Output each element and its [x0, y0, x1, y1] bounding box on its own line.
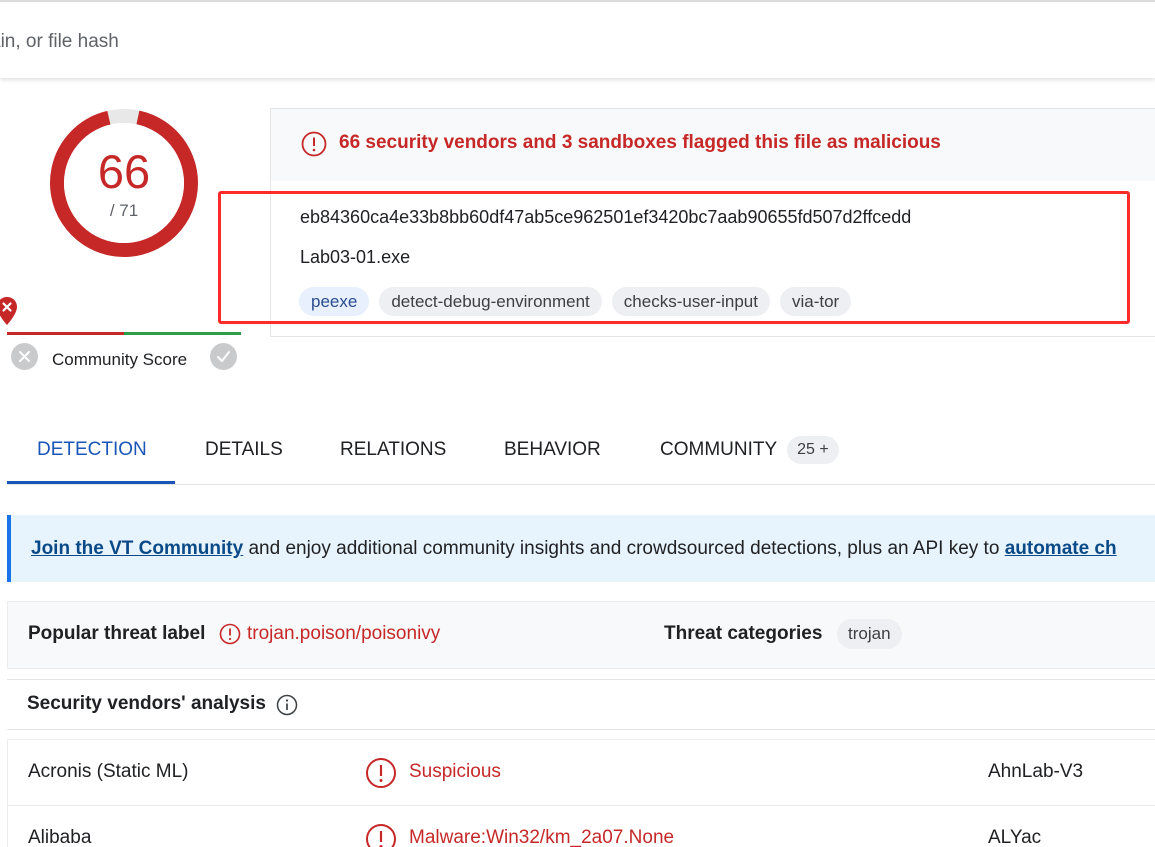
vendors-analysis-title: Security vendors' analysis: [27, 693, 266, 714]
tab-details[interactable]: DETAILS: [205, 422, 283, 482]
alert-circle-icon: [366, 824, 396, 847]
detection-total: / 71: [109, 201, 139, 220]
tab-detection[interactable]: DETECTION: [37, 422, 147, 482]
tab-behavior[interactable]: BEHAVIOR: [504, 422, 601, 482]
popular-threat-label-title: Popular threat label: [28, 623, 206, 644]
vendor-name: Acronis (Static ML): [28, 761, 189, 782]
join-community-link[interactable]: Join the VT Community: [31, 538, 243, 559]
malicious-alert-text: 66 security vendors and 3 sandboxes flag…: [339, 132, 941, 153]
tabs-divider: [7, 484, 1155, 485]
section-divider: [7, 679, 1155, 680]
community-bar-positive: [124, 332, 241, 335]
tab-relations[interactable]: RELATIONS: [340, 422, 446, 482]
community-score-label: Community Score: [52, 350, 188, 369]
search-input[interactable]: [0, 28, 890, 56]
alert-circle-icon: [219, 623, 241, 645]
tab-community[interactable]: COMMUNITY 25 +: [660, 422, 839, 482]
table-row: Alibaba Malware:Win32/km_2a07.None ALYac: [8, 806, 1155, 847]
malicious-pin-icon: [0, 297, 17, 325]
community-banner: Join the VT Community and enjoy addition…: [7, 515, 1155, 582]
highlight-box: [218, 191, 1130, 324]
vendor-result: Malware:Win32/km_2a07.None: [409, 827, 675, 847]
threat-categories-title: Threat categories: [664, 623, 823, 644]
tab-community-label: COMMUNITY: [660, 439, 778, 460]
community-count-badge: 25 +: [787, 435, 839, 464]
vote-malicious-icon[interactable]: [11, 343, 38, 370]
info-icon[interactable]: [276, 694, 298, 716]
vendor-result: Suspicious: [409, 761, 501, 782]
vote-harmless-icon[interactable]: [210, 343, 237, 370]
table-row: Acronis (Static ML) Suspicious AhnLab-V3: [8, 740, 1155, 806]
vendor-name: Alibaba: [28, 827, 92, 847]
popular-threat-label-value[interactable]: trojan.poison/poisonivy: [247, 623, 440, 645]
threat-category-chip[interactable]: trojan: [837, 619, 902, 649]
vendor-table: Acronis (Static ML) Suspicious AhnLab-V3…: [7, 739, 1155, 847]
search-bar: [0, 0, 1155, 78]
alert-circle-icon: [366, 758, 396, 788]
detection-count: 66: [97, 145, 151, 198]
vendor-name: AhnLab-V3: [988, 761, 1084, 782]
section-divider: [7, 729, 1155, 730]
vendor-name: ALYac: [988, 827, 1042, 847]
automate-link[interactable]: automate ch: [1005, 538, 1117, 559]
alert-circle-icon: [301, 131, 327, 157]
community-bar-negative: [7, 332, 124, 335]
banner-text: and enjoy additional community insights …: [243, 538, 1005, 559]
